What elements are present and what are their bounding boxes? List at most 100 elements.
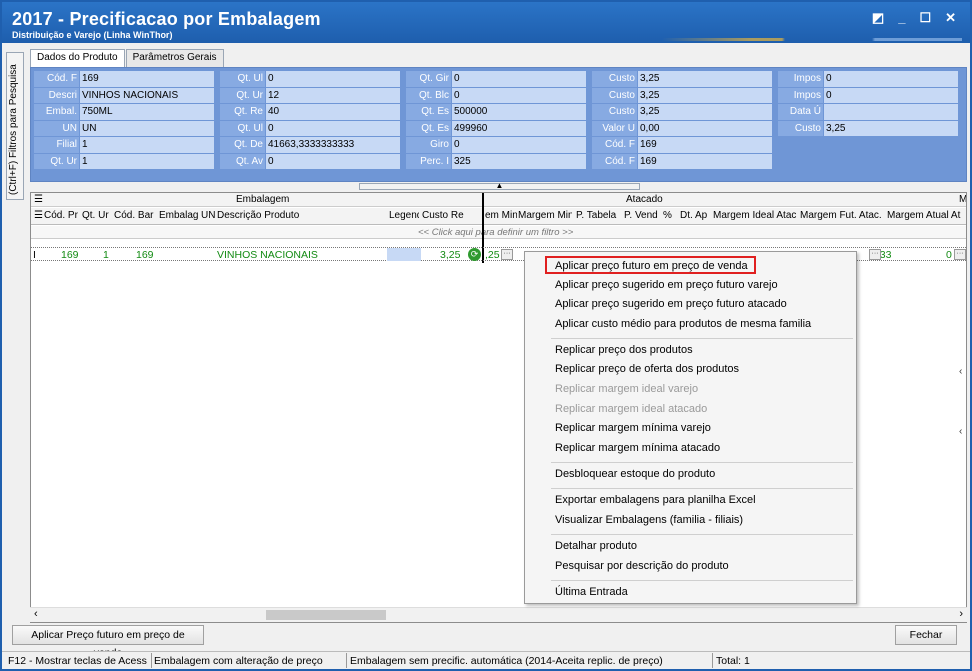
info-label: Qt. Ur [34, 153, 79, 170]
ellipsis-button[interactable]: ··· [869, 249, 881, 260]
info-label: Filial [34, 137, 79, 154]
status-total: Total: 1 [716, 655, 750, 667]
info-label: Custo [778, 120, 823, 137]
horizontal-scrollbar[interactable]: ‹ › [30, 607, 967, 622]
info-row: Qt. Blc 0 [406, 87, 586, 104]
right-scroll-marks: ‹ ‹ [959, 342, 962, 462]
col-cod-barra[interactable]: Cód. Bar [114, 210, 156, 221]
grid-menu-icon[interactable]: ☰ [34, 194, 43, 205]
ellipsis-button[interactable]: ··· [501, 249, 513, 260]
col-cod-produto[interactable]: Cód. Pr [44, 210, 78, 221]
grid-filter-row[interactable]: << Click aqui para definir um filtro >> [31, 226, 966, 239]
chevron-left-icon[interactable]: ‹ [959, 402, 962, 462]
refresh-icon[interactable]: ⟳ [468, 248, 481, 261]
maximize-button[interactable]: ☐ [919, 10, 931, 26]
col-margem-atual-atac[interactable]: Margem Atual At [887, 210, 966, 221]
status-embalagem-alteracao: Embalagem com alteração de preço [154, 655, 323, 667]
menu-item-search-description[interactable]: Pesquisar por descrição do produto [555, 560, 729, 572]
group-embalagem: Embalagem [236, 194, 290, 205]
menu-item-replicate-offer-price[interactable]: Replicar preço de oferta dos produtos [555, 363, 739, 375]
info-value: 750ML [79, 104, 214, 121]
col-dt-ap[interactable]: Dt. Ap [680, 210, 711, 221]
info-value: 3,25 [637, 87, 772, 104]
ellipsis-button[interactable]: ··· [954, 249, 966, 260]
minimize-button[interactable]: _ [898, 10, 905, 26]
product-info-panel: Cód. F 169 Descri VINHOS NACIONAIS Embal. 7… [30, 67, 967, 182]
info-value: 3,25 [823, 120, 958, 137]
info-label: Impos [778, 71, 823, 88]
info-row: Qt. Es 500000 [406, 104, 586, 121]
cell-qt-unit[interactable]: 1 [103, 249, 109, 261]
info-row: Perc. I 325 [406, 153, 586, 170]
col-p-tabela[interactable]: P. Tabela [576, 210, 620, 221]
col-legenda[interactable]: Legend [389, 210, 419, 221]
grid-menu-icon[interactable]: ☰ [34, 210, 43, 221]
status-divider [712, 653, 713, 668]
status-bar: F12 - Mostrar teclas de Acess Embalagem … [2, 651, 970, 669]
menu-item-suggested-to-future-atacado[interactable]: Aplicar preço sugerido em preço futuro a… [555, 298, 787, 310]
cell-descricao[interactable]: VINHOS NACIONAIS [217, 249, 318, 261]
cell-custo[interactable]: 3,25 [440, 249, 460, 261]
info-value: 3,25 [637, 104, 772, 121]
title-bar[interactable]: 2017 - Precificacao por Embalagem Distri… [2, 2, 970, 43]
menu-item-replicate-min-atacado[interactable]: Replicar margem mínima atacado [555, 442, 720, 454]
cell-cod-produto[interactable]: 169 [61, 249, 79, 261]
col-un[interactable]: UN [201, 210, 215, 221]
menu-item-suggested-to-future-varejo[interactable]: Aplicar preço sugerido em preço futuro v… [555, 279, 778, 291]
col-embalagem[interactable]: Embalag [159, 210, 199, 221]
col-p-venda[interactable]: P. Vend [624, 210, 660, 221]
menu-item-unlock-stock[interactable]: Desbloquear estoque do produto [555, 468, 715, 480]
info-row: Embal. 750ML [34, 104, 214, 121]
info-label: Cód. F [592, 153, 637, 170]
filter-side-tab-label: (Ctrl+F) Filtros para Pesquisa [8, 64, 19, 195]
info-column-2: Qt. Ul 0 Qt. Ur 12 Qt. Re 40 Qt. Ul 0 Qt. De… [220, 71, 400, 170]
tab-parametros-gerais[interactable]: Parâmetros Gerais [125, 49, 224, 67]
info-value: 169 [79, 71, 214, 88]
info-label: Cód. F [592, 137, 637, 154]
apply-future-price-button[interactable]: Aplicar Preço futuro em preço de venda [12, 625, 204, 659]
filter-hint[interactable]: << Click aqui para definir um filtro >> [418, 227, 573, 238]
menu-item-export-excel[interactable]: Exportar embalagens para planilha Excel [555, 494, 756, 506]
scroll-right-icon[interactable]: › [959, 608, 963, 620]
col-margem-min-partial[interactable]: em Min. [485, 210, 517, 221]
info-value: 1 [79, 153, 214, 170]
chevron-left-icon[interactable]: ‹ [959, 342, 962, 402]
col-descricao[interactable]: Descrição Produto [217, 210, 387, 221]
scroll-left-icon[interactable]: ‹ [34, 608, 38, 620]
info-label: Qt. Gir [406, 71, 451, 88]
menu-item-replicate-min-varejo[interactable]: Replicar margem mínima varejo [555, 422, 711, 434]
cell-cod-barra[interactable]: 169 [136, 249, 154, 261]
info-row: Custo 3,25 [592, 87, 772, 104]
info-value: VINHOS NACIONAIS [79, 87, 214, 104]
col-margem-ideal-atac[interactable]: Margem Ideal Atac [713, 210, 797, 221]
menu-item-last-entry[interactable]: Última Entrada [555, 586, 628, 598]
close-button[interactable]: Fechar [895, 625, 957, 645]
info-row: Descri VINHOS NACIONAIS [34, 87, 214, 104]
col-margem-fut-atac[interactable]: Margem Fut. Atac. [800, 210, 884, 221]
window-controls: ◩ _ ☐ ✕ [872, 10, 956, 26]
info-column-4: Custo 3,25 Custo 3,25 Custo 3,25 Valor U 0,0… [592, 71, 772, 170]
col-percent[interactable]: % [663, 210, 675, 221]
filter-side-tab[interactable]: (Ctrl+F) Filtros para Pesquisa [6, 52, 24, 200]
cell-margem-atual[interactable]: 0 [946, 249, 952, 261]
col-custo[interactable]: Custo Re [422, 210, 464, 221]
product-tabs: Dados do Produto Parâmetros Gerais [30, 49, 225, 68]
menu-item-replicate-price[interactable]: Replicar preço dos produtos [555, 344, 693, 356]
panel-splitter[interactable]: ▲ [359, 182, 640, 190]
info-label: Cód. F [34, 71, 79, 88]
scroll-thumb[interactable] [266, 610, 386, 620]
tab-dados-produto[interactable]: Dados do Produto [30, 49, 125, 68]
menu-item-product-detail[interactable]: Detalhar produto [555, 540, 637, 552]
cell-legenda[interactable] [387, 248, 421, 261]
menu-item-view-packages[interactable]: Visualizar Embalagens (familia - filiais… [555, 514, 743, 526]
window-subtitle: Distribuição e Varejo (Linha WinThor) [12, 30, 173, 40]
menu-item-apply-avg-cost[interactable]: Aplicar custo médio para produtos de mes… [555, 318, 811, 330]
restore-icon[interactable]: ◩ [872, 10, 884, 26]
info-label: Valor U [592, 120, 637, 137]
cell-margem-min-tail[interactable]: ,25 [485, 249, 500, 261]
info-label: Giro [406, 137, 451, 154]
info-value: 3,25 [637, 71, 772, 88]
close-window-button[interactable]: ✕ [945, 10, 956, 26]
col-margem-min[interactable]: Margem Min. [518, 210, 572, 221]
col-qt-unit[interactable]: Qt. Ur [82, 210, 111, 221]
